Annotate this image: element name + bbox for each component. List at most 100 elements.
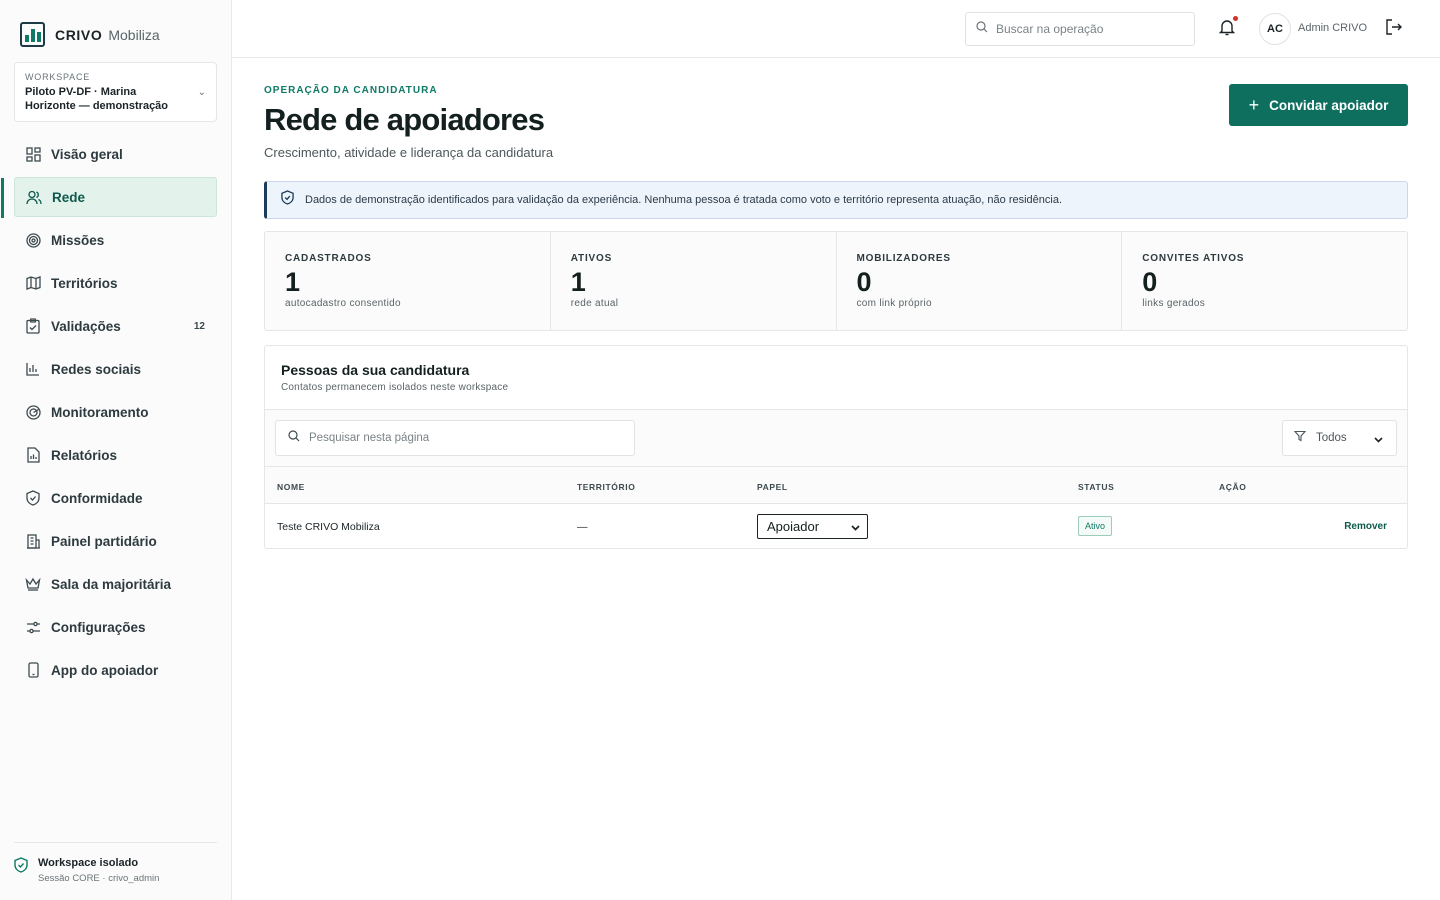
person-name: Teste CRIVO Mobiliza: [277, 521, 380, 533]
chevron-down-icon: [850, 521, 861, 536]
radar-icon: [24, 403, 42, 421]
crown-icon: [24, 575, 42, 593]
workspace-status-title: Workspace isolado: [38, 857, 139, 869]
table-row: Teste CRIVO Mobiliza — Apoiador Ativo Re…: [265, 504, 1407, 548]
invite-supporter-button[interactable]: + Convidar apoiador: [1229, 84, 1408, 126]
sidebar-item-label: Visão geral: [51, 146, 123, 162]
shield-check-icon: [24, 489, 42, 507]
sidebar-item-painel-partidario[interactable]: Painel partidário: [14, 521, 217, 561]
people-panel-header: Pessoas da sua candidatura Contatos perm…: [265, 346, 1407, 410]
shield-check-icon: [281, 190, 294, 210]
sidebar-item-label: Conformidade: [51, 490, 143, 506]
sidebar-item-label: Rede: [52, 189, 86, 205]
global-search[interactable]: [965, 12, 1195, 46]
network-stats: CADASTRADOS 1 autocadastro consentido AT…: [264, 231, 1408, 331]
logout-button[interactable]: [1385, 18, 1405, 38]
people-panel: Pessoas da sua candidatura Contatos perm…: [264, 345, 1408, 549]
people-toolbar: Todos: [265, 410, 1407, 467]
topbar: AC Admin CRIVO: [232, 0, 1440, 58]
column-header-nome[interactable]: NOME: [277, 482, 305, 492]
sidebar-item-label: Missões: [51, 232, 105, 248]
workspace-status-session: Sessão CORE · crivo_admin: [38, 873, 160, 884]
notifications-button[interactable]: [1218, 16, 1238, 40]
sidebar-item-sala-majoritaria[interactable]: Sala da majoritária: [14, 564, 217, 604]
remove-person-button[interactable]: Remover: [1344, 521, 1387, 532]
column-header-territorio[interactable]: TERRITÓRIO: [577, 482, 635, 492]
sidebar-item-configuracoes[interactable]: Configurações: [14, 607, 217, 647]
filter-icon: [1293, 429, 1307, 447]
avatar[interactable]: AC: [1259, 13, 1291, 45]
workspace-selector[interactable]: WORKSPACE Piloto PV-DF · Marina Horizont…: [14, 62, 217, 122]
grid-icon: [24, 145, 42, 163]
sidebar-item-label: Relatórios: [51, 447, 118, 463]
role-select-value: Apoiador: [767, 519, 820, 534]
stat-label: CADASTRADOS: [285, 253, 372, 264]
validations-count-badge: 12: [193, 320, 205, 332]
phone-icon: [24, 661, 42, 679]
sidebar-item-conformidade[interactable]: Conformidade: [14, 478, 217, 518]
sidebar-item-visao-geral[interactable]: Visão geral: [14, 134, 217, 174]
bell-icon: [1218, 20, 1236, 40]
sidebar-item-monitoramento[interactable]: Monitoramento: [14, 392, 217, 432]
sidebar-item-label: Sala da majoritária: [51, 576, 172, 592]
stat-convites-ativos: CONVITES ATIVOS 0 links gerados: [1122, 232, 1407, 330]
target-icon: [24, 231, 42, 249]
shield-check-icon: [14, 857, 28, 884]
bar-chart-icon: [24, 360, 42, 378]
sidebar-item-missoes[interactable]: Missões: [14, 220, 217, 260]
map-icon: [24, 274, 42, 292]
chevron-down-icon: ⌄: [197, 87, 206, 98]
stat-caption: com link próprio: [856, 298, 932, 309]
users-icon: [25, 188, 43, 206]
notice-text: Dados de demonstração identificados para…: [305, 194, 1063, 206]
sidebar-item-label: Configurações: [51, 619, 146, 635]
notification-dot: [1233, 16, 1238, 21]
people-panel-title: Pessoas da sua candidatura: [281, 362, 470, 378]
stat-label: MOBILIZADORES: [856, 253, 951, 264]
page-search[interactable]: [275, 420, 635, 456]
status-badge: Ativo: [1078, 516, 1113, 536]
invite-supporter-label: Convidar apoiador: [1269, 97, 1389, 113]
column-header-papel[interactable]: PAPEL: [757, 482, 788, 492]
brand[interactable]: CRIVO Mobiliza: [20, 22, 160, 47]
sidebar-nav: Visão geral Rede Missões Territórios Val…: [1, 134, 217, 693]
stat-value: 0: [1142, 267, 1158, 297]
page-search-input[interactable]: [309, 432, 609, 444]
sidebar-item-relatorios[interactable]: Relatórios: [14, 435, 217, 475]
sidebar-item-rede[interactable]: Rede: [1, 177, 217, 218]
stat-label: CONVITES ATIVOS: [1142, 253, 1245, 264]
sidebar-item-app-apoiador[interactable]: App do apoiador: [14, 650, 217, 690]
sidebar-item-label: App do apoiador: [51, 662, 159, 678]
table-header: NOME TERRITÓRIO PAPEL STATUS AÇÃO: [265, 467, 1407, 504]
page-eyebrow: OPERAÇÃO DA CANDIDATURA: [264, 85, 438, 96]
stat-caption: links gerados: [1142, 298, 1206, 309]
sidebar-item-label: Redes sociais: [51, 361, 142, 377]
column-header-status[interactable]: STATUS: [1078, 482, 1114, 492]
sidebar: CRIVO Mobiliza WORKSPACE Piloto PV-DF · …: [0, 0, 232, 900]
stat-cadastrados: CADASTRADOS 1 autocadastro consentido: [265, 232, 551, 330]
sidebar-item-label: Monitoramento: [51, 404, 149, 420]
clipboard-check-icon: [24, 317, 42, 335]
stat-value: 0: [856, 267, 872, 297]
logout-icon: [1385, 19, 1403, 40]
search-icon: [288, 429, 300, 447]
stat-value: 1: [285, 267, 301, 297]
stat-caption: rede atual: [570, 298, 619, 309]
stat-ativos: ATIVOS 1 rede atual: [551, 232, 837, 330]
sidebar-item-territorios[interactable]: Territórios: [14, 263, 217, 303]
stat-caption: autocadastro consentido: [285, 298, 401, 309]
user-name[interactable]: Admin CRIVO: [1298, 22, 1367, 34]
demo-data-notice: Dados de demonstração identificados para…: [264, 181, 1408, 219]
building-icon: [24, 532, 42, 550]
brand-product: Mobiliza: [108, 26, 160, 43]
sidebar-item-label: Territórios: [51, 275, 118, 291]
global-search-input[interactable]: [996, 22, 1176, 36]
sidebar-item-redes-sociais[interactable]: Redes sociais: [14, 349, 217, 389]
sidebar-item-validacoes[interactable]: Validações 12: [14, 306, 217, 346]
brand-logo-icon: [20, 22, 45, 47]
status-filter-value: Todos: [1316, 432, 1347, 444]
status-filter[interactable]: Todos: [1282, 420, 1397, 456]
workspace-label: WORKSPACE: [25, 72, 91, 82]
role-select[interactable]: Apoiador: [757, 514, 868, 539]
people-panel-subtitle: Contatos permanecem isolados neste works…: [281, 382, 509, 393]
